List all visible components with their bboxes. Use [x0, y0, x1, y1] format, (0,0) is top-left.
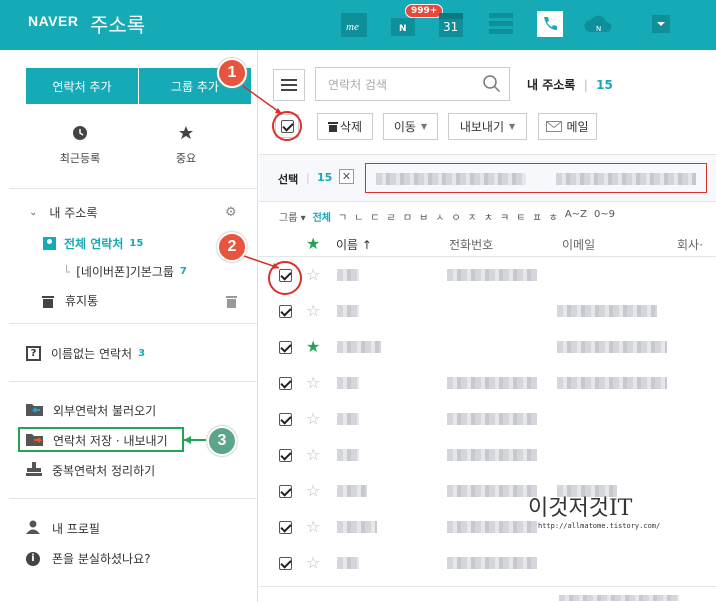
watermark-url: http://allmatome.tistory.com/ — [538, 522, 661, 530]
annotation-step-2: 2 — [217, 232, 247, 262]
watermark-title: 이것저것IT — [528, 496, 633, 521]
watermark: 이것저것IT http://allmatome.tistory.com/ — [528, 490, 660, 530]
annotation-step-1: 1 — [217, 58, 247, 88]
annotation-step-3: 3 — [207, 426, 237, 456]
app-window: NAVER 주소록 me N 999+ 31 N 연락처 추가 그룹 추가 최근… — [0, 0, 716, 602]
